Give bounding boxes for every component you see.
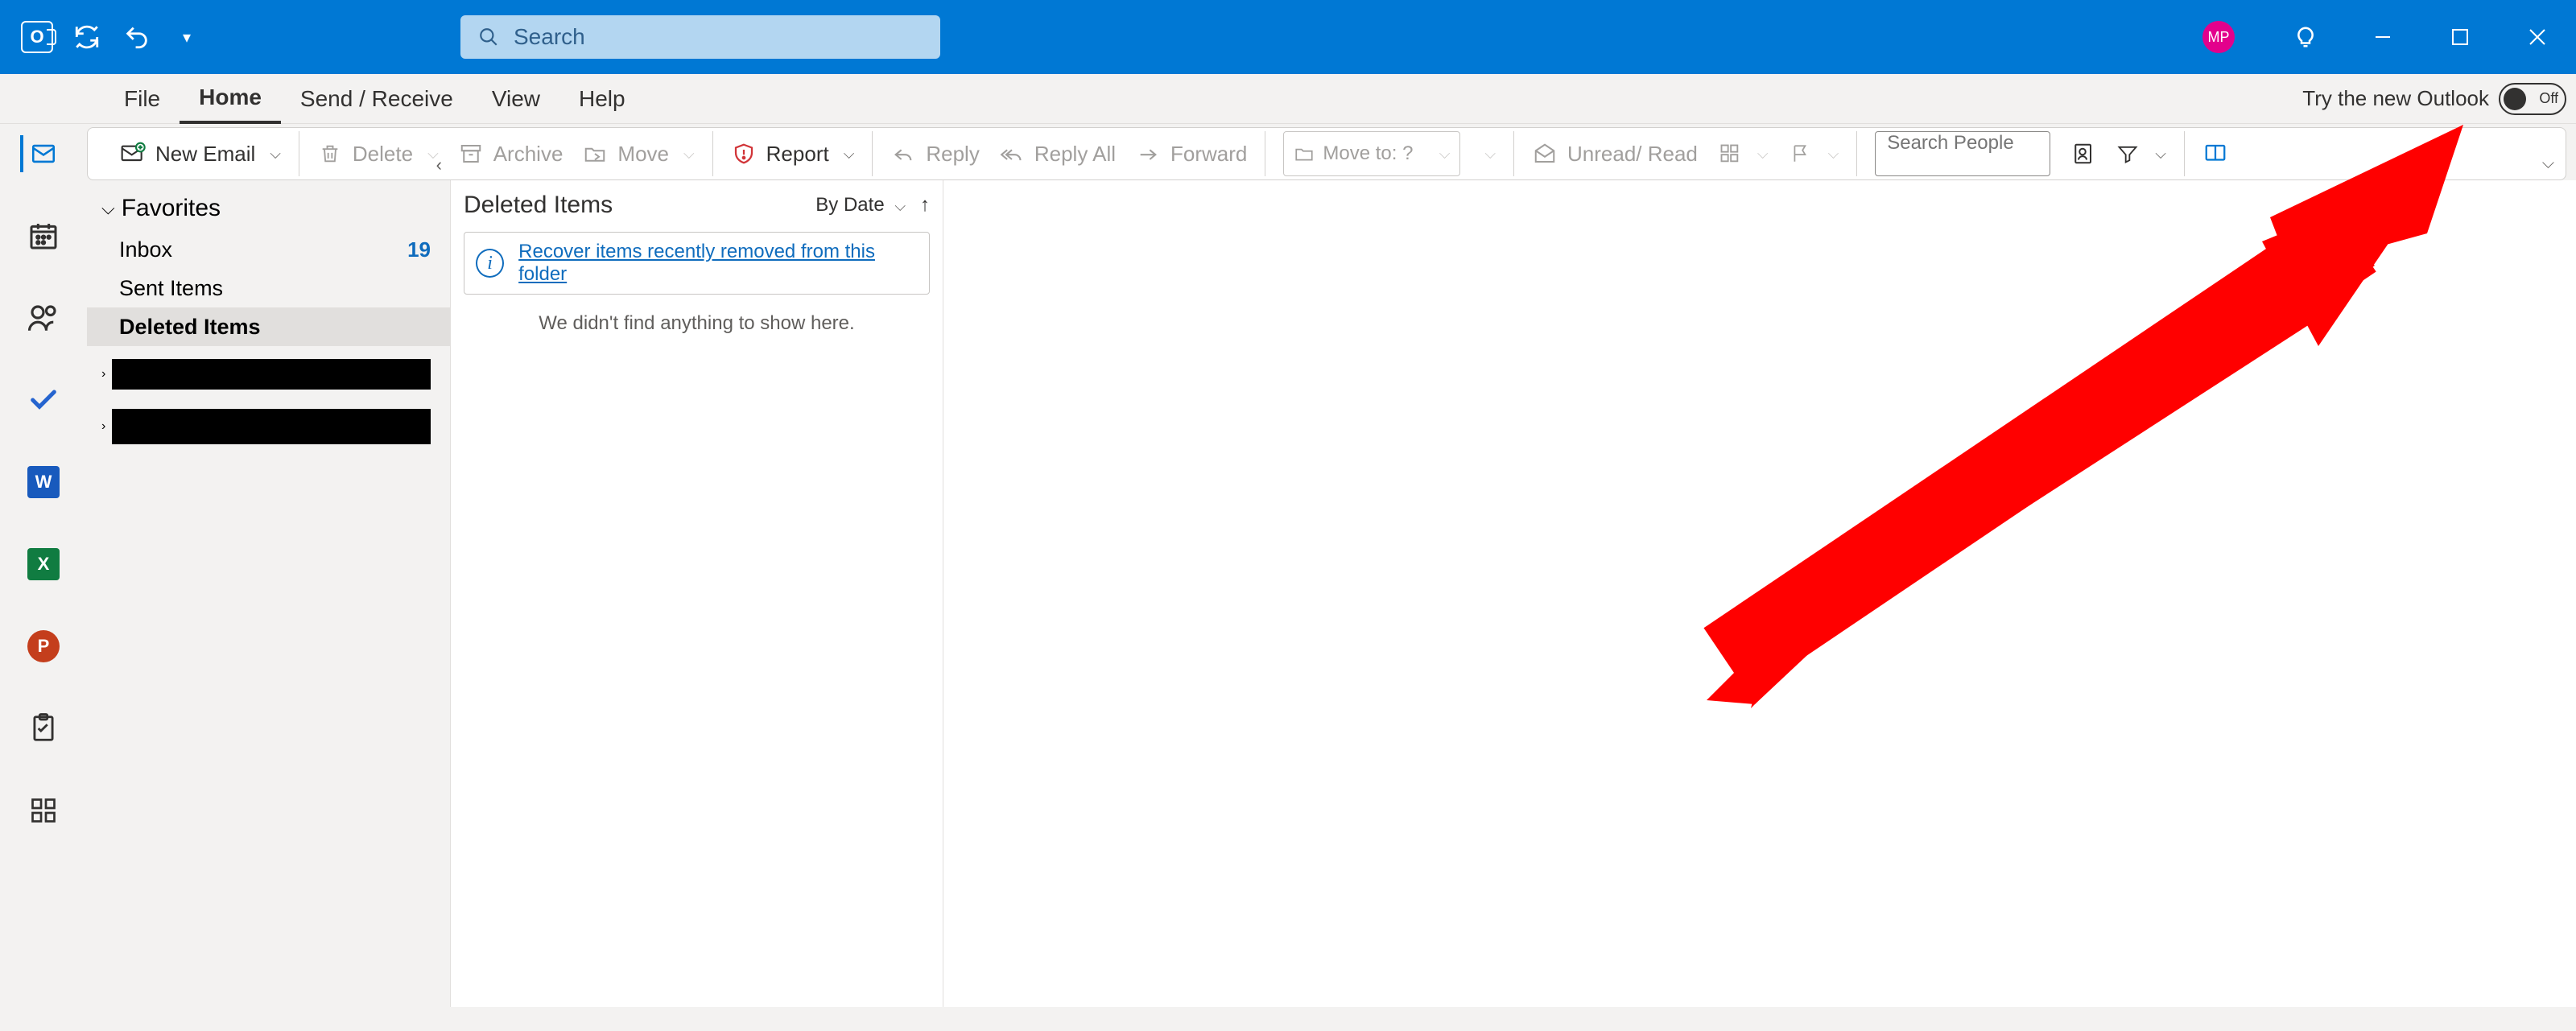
reply-all-button[interactable]: Reply All bbox=[999, 141, 1116, 167]
delete-button[interactable]: Delete⌵ bbox=[317, 141, 439, 167]
filter-icon bbox=[2115, 141, 2140, 167]
reader-icon bbox=[2202, 141, 2228, 167]
try-new-outlook-toggle[interactable]: Off bbox=[2499, 83, 2566, 115]
account-node-1[interactable]: › bbox=[87, 346, 450, 396]
folder-move-icon bbox=[1294, 143, 1315, 164]
message-list-title: Deleted Items bbox=[464, 192, 613, 219]
minimize-button[interactable] bbox=[2344, 0, 2421, 74]
avatar[interactable]: MP bbox=[2202, 21, 2235, 53]
search-box[interactable] bbox=[460, 15, 940, 59]
reply-button[interactable]: Reply bbox=[890, 141, 979, 167]
flag-button[interactable]: ⌵ bbox=[1788, 141, 1839, 167]
move-to-more-icon[interactable]: ⌵ bbox=[1484, 146, 1496, 163]
reply-all-icon bbox=[999, 141, 1025, 167]
tab-send-receive[interactable]: Send / Receive bbox=[281, 74, 473, 124]
sort-direction-button[interactable]: ↑ bbox=[920, 194, 930, 217]
account-node-2[interactable]: › bbox=[87, 396, 450, 451]
chevron-down-icon: ⌵ bbox=[101, 198, 115, 219]
sync-icon[interactable] bbox=[71, 21, 103, 53]
move-to-dropdown[interactable]: Move to: ?⌵ bbox=[1283, 131, 1460, 176]
qat-dropdown-icon[interactable]: ▾ bbox=[171, 21, 203, 53]
envelope-open-icon bbox=[1532, 141, 1558, 167]
redacted-account-2 bbox=[112, 409, 431, 444]
unread-read-button[interactable]: Unread/ Read bbox=[1532, 141, 1698, 167]
search-people-input[interactable] bbox=[1875, 131, 2050, 176]
favorites-header[interactable]: ⌵ Favorites bbox=[87, 180, 450, 230]
recover-items-banner: i Recover items recently removed from th… bbox=[464, 232, 930, 295]
ribbon: New Email⌵ Delete⌵ Archive Move⌵ bbox=[87, 127, 2566, 180]
chevron-right-icon: › bbox=[101, 419, 105, 434]
tab-view[interactable]: View bbox=[473, 74, 559, 124]
rail-mail-icon[interactable] bbox=[20, 135, 57, 172]
try-new-outlook-label: Try the new Outlook bbox=[2302, 86, 2489, 111]
title-bar: O ▾ MP bbox=[0, 0, 2576, 74]
collapse-folder-pane-icon[interactable]: ‹ bbox=[436, 155, 442, 175]
sort-button[interactable]: By Date ⌵ bbox=[815, 194, 906, 217]
new-email-button[interactable]: New Email⌵ bbox=[120, 141, 281, 167]
archive-icon bbox=[458, 141, 484, 167]
archive-button[interactable]: Archive bbox=[458, 141, 564, 167]
undo-icon[interactable] bbox=[121, 21, 153, 53]
reading-pane bbox=[943, 180, 2576, 1007]
chevron-down-icon: ⌵ bbox=[894, 198, 906, 214]
redacted-account-1 bbox=[112, 359, 431, 390]
shield-icon bbox=[731, 141, 757, 167]
search-input[interactable] bbox=[514, 24, 923, 50]
folder-pane: ‹ ⌵ Favorites Inbox 19 Sent Items Delete… bbox=[87, 180, 451, 1007]
inbox-count: 19 bbox=[407, 237, 431, 262]
folder-sent-items[interactable]: Sent Items bbox=[87, 269, 450, 307]
folder-deleted-items[interactable]: Deleted Items bbox=[87, 307, 450, 346]
outlook-app-icon: O bbox=[21, 21, 53, 53]
tab-file[interactable]: File bbox=[105, 74, 180, 124]
immersive-reader-button[interactable] bbox=[2202, 141, 2228, 167]
folder-inbox[interactable]: Inbox 19 bbox=[87, 230, 450, 269]
reply-icon bbox=[890, 141, 916, 167]
new-email-icon bbox=[120, 141, 146, 167]
move-icon bbox=[582, 141, 608, 167]
ribbon-expand-icon[interactable]: ⌵ bbox=[2542, 155, 2554, 173]
tab-home[interactable]: Home bbox=[180, 74, 281, 124]
categorize-button[interactable]: ⌵ bbox=[1717, 141, 1769, 167]
tab-help[interactable]: Help bbox=[559, 74, 645, 124]
trash-icon bbox=[317, 141, 343, 167]
report-button[interactable]: Report⌵ bbox=[731, 141, 855, 167]
recover-items-link[interactable]: Recover items recently removed from this… bbox=[518, 241, 918, 286]
empty-message: We didn't find anything to show here. bbox=[464, 312, 930, 335]
chevron-right-icon: › bbox=[101, 367, 105, 381]
maximize-button[interactable] bbox=[2421, 0, 2499, 74]
forward-icon bbox=[1135, 141, 1161, 167]
message-list-pane: Deleted Items By Date ⌵ ↑ i Recover item… bbox=[451, 180, 943, 1007]
tips-icon[interactable] bbox=[2267, 0, 2344, 74]
try-new-outlook: Try the new Outlook Off bbox=[2302, 74, 2566, 123]
search-icon bbox=[478, 27, 499, 47]
move-button[interactable]: Move⌵ bbox=[582, 141, 694, 167]
close-button[interactable] bbox=[2499, 0, 2576, 74]
info-icon: i bbox=[476, 249, 504, 278]
address-book-button[interactable] bbox=[2070, 141, 2095, 167]
address-book-icon bbox=[2070, 141, 2095, 167]
filter-button[interactable]: ⌵ bbox=[2115, 141, 2166, 167]
menu-bar: File Home Send / Receive View Help Try t… bbox=[0, 74, 2576, 124]
categories-icon bbox=[1717, 141, 1743, 167]
flag-icon bbox=[1788, 141, 1814, 167]
forward-button[interactable]: Forward bbox=[1135, 141, 1247, 167]
